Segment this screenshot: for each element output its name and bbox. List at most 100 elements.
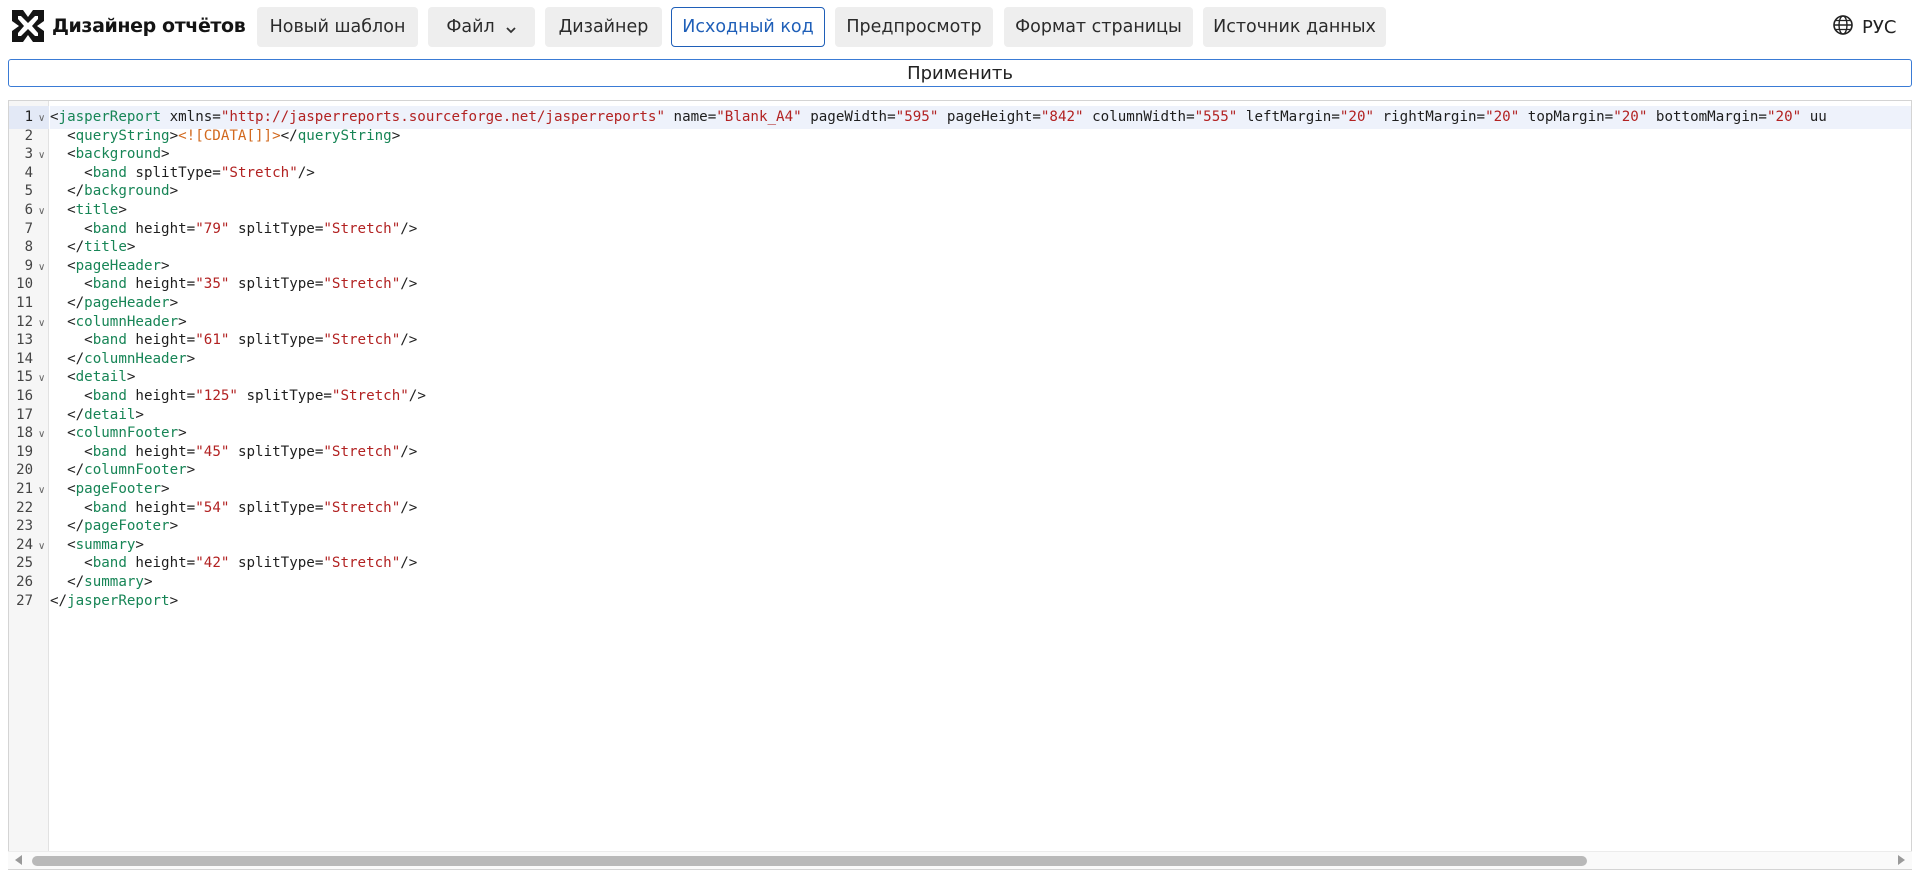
- code-token-attr: height=: [126, 555, 196, 572]
- code-token-val: "79": [195, 220, 230, 237]
- code-token-br: >: [186, 350, 196, 367]
- code-token-br: >: [126, 369, 136, 386]
- code-token-attr: height=: [126, 388, 196, 404]
- code-token-attr: rightMargin=: [1374, 109, 1486, 125]
- source-code-tab-label: Исходный код: [682, 17, 814, 37]
- code-token-br: <: [50, 536, 76, 553]
- code-token-attr: leftMargin=: [1237, 109, 1340, 125]
- code-token-val: "20": [1485, 109, 1520, 125]
- code-token-attr: bottomMargin=: [1647, 109, 1767, 125]
- fold-chevron-icon[interactable]: ∨: [38, 422, 47, 445]
- code-token-br: >: [161, 146, 170, 163]
- scroll-left-icon[interactable]: [15, 855, 22, 865]
- preview-tab-label: Предпросмотр: [846, 17, 982, 37]
- page-format-tab-label: Формат страницы: [1015, 17, 1182, 37]
- code-token-tag: band: [92, 276, 127, 293]
- fold-chevron-icon[interactable]: ∨: [38, 478, 47, 501]
- code-area[interactable]: <jasperReport xmlns="http://jasperreport…: [50, 101, 1911, 869]
- code-token-br: />: [400, 443, 418, 460]
- code-token-br: >: [169, 518, 179, 535]
- code-token-br: >: [118, 202, 127, 218]
- code-token-tag: columnHeader: [75, 313, 179, 330]
- code-token-tag: title: [75, 202, 119, 218]
- code-token-val: "42": [195, 555, 230, 572]
- code-token-br: <: [50, 332, 93, 349]
- code-token-br: <: [50, 443, 93, 460]
- fold-chevron-icon[interactable]: ∨: [38, 366, 47, 389]
- code-token-tag: band: [92, 164, 127, 181]
- code-token-val: "555": [1194, 109, 1238, 125]
- code-token-val: "Stretch": [323, 555, 401, 572]
- designer-tab[interactable]: Дизайнер: [545, 7, 662, 47]
- code-token-br: <: [50, 313, 76, 330]
- code-token-val: "20": [1766, 109, 1802, 125]
- code-token-br: </: [50, 350, 85, 367]
- code-token-val: "Blank_A4": [716, 109, 802, 125]
- code-token-tag: detail: [84, 406, 136, 423]
- code-token-tag: background: [75, 146, 162, 163]
- code-token-br: <: [50, 481, 76, 497]
- code-token-attr: pageHeight=: [938, 109, 1041, 125]
- preview-tab[interactable]: Предпросмотр: [835, 7, 993, 47]
- code-token-br: </: [50, 462, 85, 479]
- globe-icon: [1832, 14, 1854, 41]
- code-token-attr: splitType=: [229, 443, 324, 460]
- code-token-tag: columnFooter: [84, 462, 187, 479]
- code-token-br: <: [50, 202, 76, 218]
- code-token-attr: splitType=: [229, 220, 324, 237]
- language-selector[interactable]: РУС: [1832, 11, 1896, 43]
- page-format-tab[interactable]: Формат страницы: [1004, 7, 1193, 47]
- fold-chevron-icon[interactable]: ∨: [38, 534, 47, 557]
- code-token-br: />: [408, 388, 426, 404]
- fold-chevron-icon[interactable]: ∨: [38, 143, 47, 166]
- code-token-br: >: [135, 406, 144, 423]
- code-token-br: />: [400, 332, 418, 349]
- code-token-br: <: [50, 220, 93, 237]
- code-token-cdata: <![CDATA[]]>: [178, 127, 281, 144]
- file-menu-button[interactable]: Файл: [428, 7, 535, 47]
- source-code-tab[interactable]: Исходный код: [671, 7, 825, 47]
- code-token-br: />: [400, 276, 418, 293]
- app-logo-icon: [8, 6, 48, 46]
- fold-chevron-icon[interactable]: ∨: [38, 199, 47, 222]
- app-title: Дизайнер отчётов: [52, 15, 246, 37]
- code-line[interactable]: </jasperReport>: [50, 590, 178, 613]
- fold-chevron-icon[interactable]: ∨: [38, 255, 47, 278]
- code-token-br: >: [391, 127, 401, 144]
- code-token-br: <: [50, 109, 59, 125]
- code-token-attr: splitType=: [229, 499, 324, 516]
- code-token-attr: topMargin=: [1519, 109, 1614, 125]
- code-token-tag: columnHeader: [84, 350, 187, 367]
- code-token-attr: height=: [126, 443, 196, 460]
- code-token-attr: height=: [126, 499, 196, 516]
- fold-chevron-icon[interactable]: ∨: [38, 106, 47, 129]
- data-source-tab[interactable]: Источник данных: [1203, 7, 1386, 47]
- code-token-attr: uu: [1801, 109, 1827, 125]
- code-token-tag: detail: [75, 369, 127, 386]
- apply-button[interactable]: Применить: [8, 59, 1912, 87]
- code-token-tag: band: [92, 388, 127, 404]
- code-token-br: >: [169, 183, 179, 200]
- scroll-right-icon[interactable]: [1898, 855, 1905, 865]
- code-token-br: >: [169, 295, 179, 311]
- code-token-tag: pageFooter: [84, 518, 170, 535]
- new-template-button[interactable]: Новый шаблон: [257, 7, 418, 47]
- fold-chevron-icon[interactable]: ∨: [38, 311, 47, 334]
- scrollbar-thumb[interactable]: [32, 856, 1587, 866]
- code-token-tag: band: [92, 332, 127, 349]
- code-token-br: </: [50, 295, 85, 311]
- code-token-tag: summary: [75, 536, 136, 553]
- code-token-br: >: [161, 481, 170, 497]
- code-token-tag: jasperReport: [58, 109, 162, 125]
- code-token-br: <: [50, 164, 93, 181]
- code-token-attr: height=: [126, 276, 196, 293]
- horizontal-scrollbar[interactable]: [8, 851, 1912, 869]
- code-token-br: >: [161, 257, 170, 274]
- code-token-br: </: [50, 592, 68, 609]
- source-code-editor[interactable]: 1 ∨ 2 3 ∨ 4 5 6 ∨ 7 8 9 ∨ 10 11 12 ∨ 13 14 15 ∨ 16 17 18 ∨ 19 20 21…: [8, 100, 1912, 870]
- code-token-tag: title: [84, 239, 127, 256]
- app-brand[interactable]: Дизайнер отчётов: [8, 6, 246, 46]
- code-token-br: <: [50, 127, 76, 144]
- code-token-br: </: [50, 574, 85, 590]
- new-template-label: Новый шаблон: [269, 17, 406, 37]
